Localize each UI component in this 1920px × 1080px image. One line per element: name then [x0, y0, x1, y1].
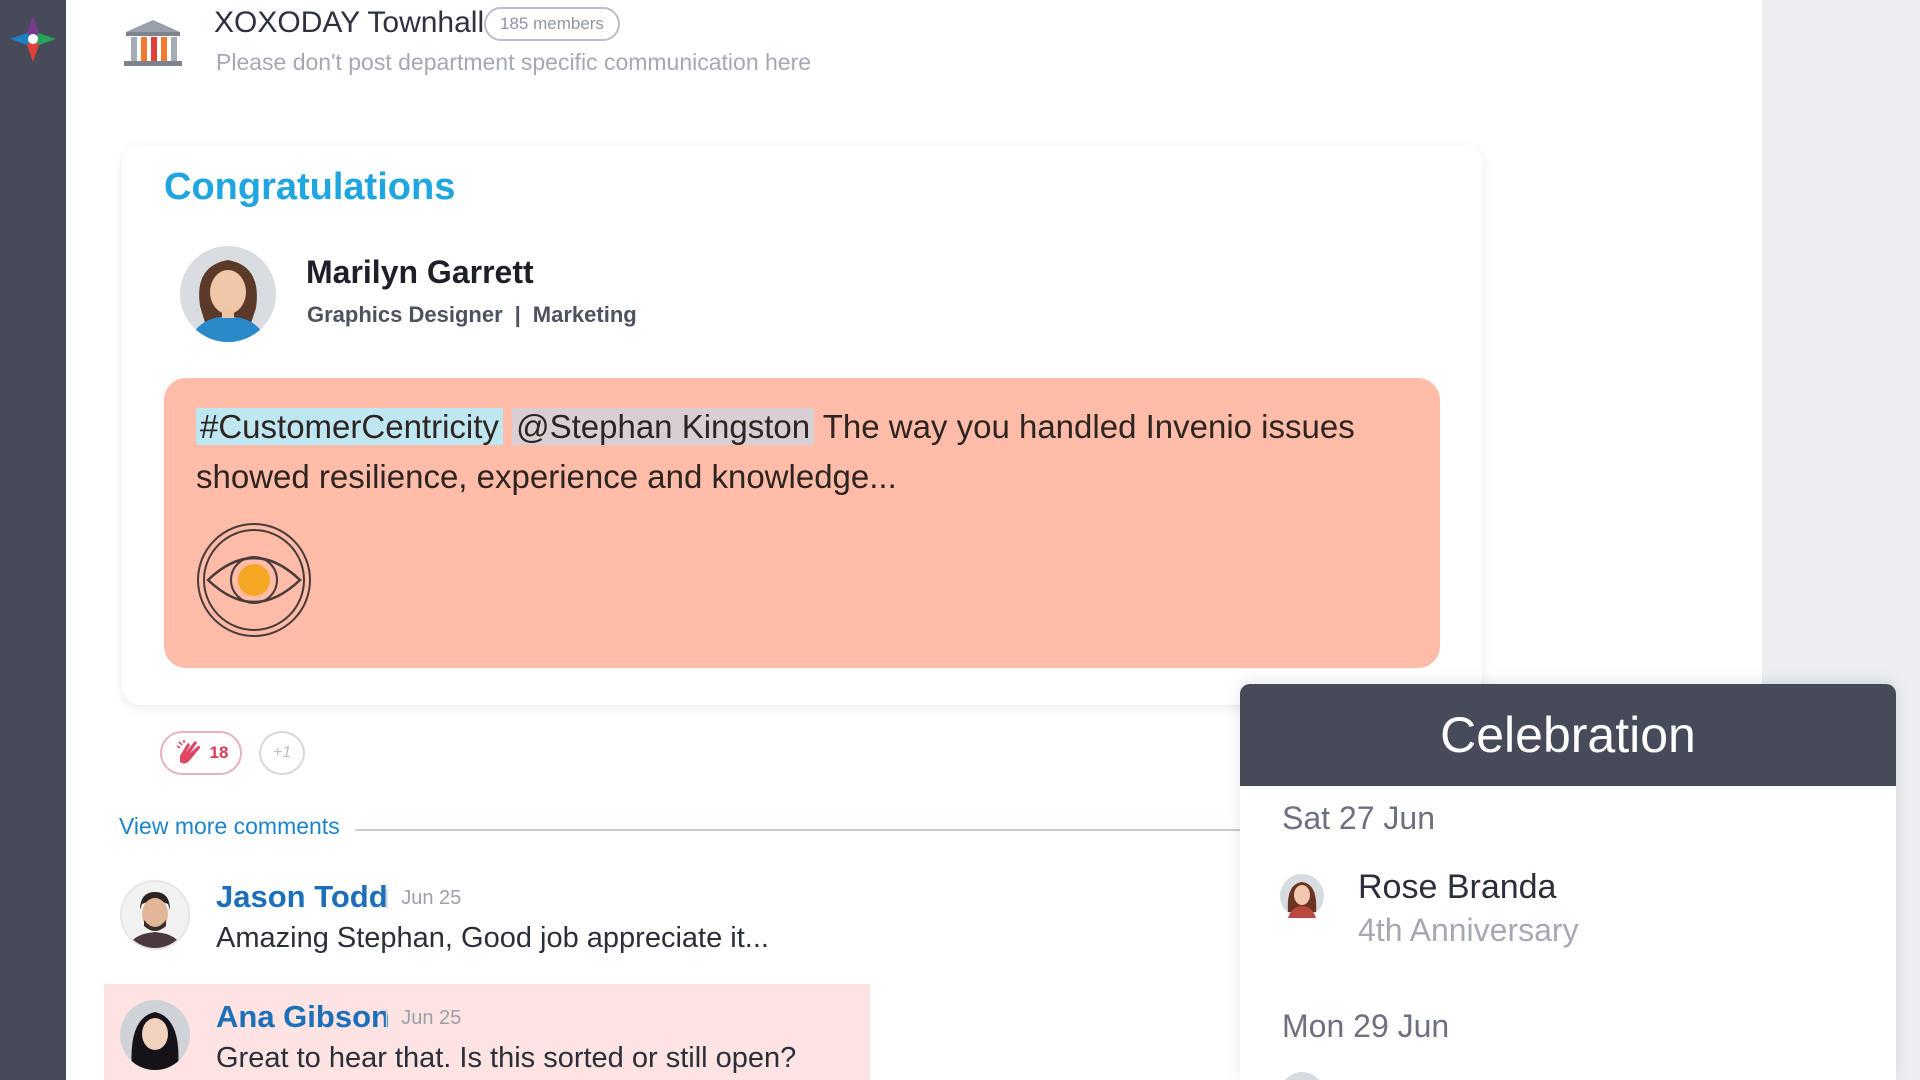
recipient-department: Marketing: [532, 302, 637, 327]
celebration-date: Sat 27 Jun: [1282, 800, 1435, 836]
celebration-header: Celebration: [1240, 684, 1896, 786]
comment-date-text: Jun 25: [401, 887, 462, 909]
celebrant-avatar[interactable]: [1280, 1072, 1324, 1080]
comment-text: Great to hear that. Is this sorted or st…: [216, 1042, 797, 1074]
celebration-panel: Celebration Sat 27 Jun Rose Branda 4th A…: [1240, 684, 1896, 1080]
celebrant-avatar[interactable]: [1280, 874, 1324, 918]
eye-icon: [197, 523, 311, 637]
celebration-event: 4th Anniversary: [1358, 912, 1579, 948]
clap-icon: [176, 740, 200, 764]
recipient-avatar[interactable]: [180, 246, 276, 342]
recipient-name[interactable]: Marilyn Garrett: [306, 254, 534, 291]
post-heading: Congratulations: [164, 166, 456, 208]
townhall-building-icon: [124, 20, 182, 66]
clap-reaction-button[interactable]: 18: [160, 731, 242, 775]
plus-one-button[interactable]: +1: [259, 731, 305, 775]
comment-date-text: Jun 25: [401, 1007, 462, 1029]
mention-link[interactable]: @Stephan Kingston: [512, 408, 815, 445]
member-count-badge[interactable]: 185 members: [484, 7, 620, 41]
comment-author[interactable]: Jason Todd: [216, 879, 388, 915]
appreciation-message: #CustomerCentricity @Stephan Kingston Th…: [196, 402, 1416, 502]
recipient-role: Graphics Designer: [307, 302, 503, 327]
celebration-title: Celebration: [1440, 707, 1696, 763]
celebrant-name[interactable]: Rose Branda: [1358, 868, 1556, 907]
comment-date: | Jun 25: [384, 1007, 462, 1029]
view-more-comments-link[interactable]: View more comments: [119, 813, 340, 840]
meta-separator: |: [514, 302, 521, 327]
comment-text: Amazing Stephan, Good job appreciate it.…: [216, 922, 769, 954]
celebration-date: Mon 29 Jun: [1282, 1008, 1450, 1044]
hashtag-link[interactable]: #CustomerCentricity: [196, 408, 503, 445]
group-title[interactable]: XOXODAY Townhall: [214, 6, 484, 40]
comment-date: | Jun 25: [384, 887, 462, 909]
app-logo-icon[interactable]: [8, 14, 58, 64]
comment-author[interactable]: Ana Gibson: [216, 999, 390, 1035]
recipient-meta: Graphics Designer | Marketing: [307, 302, 637, 328]
comment-avatar-jason[interactable]: [120, 880, 190, 950]
comment-avatar-ana[interactable]: [120, 1000, 190, 1070]
group-description: Please don't post department specific co…: [216, 49, 812, 75]
left-rail: [0, 0, 66, 1080]
comments-divider: [355, 829, 1245, 831]
clap-count: 18: [209, 743, 229, 762]
